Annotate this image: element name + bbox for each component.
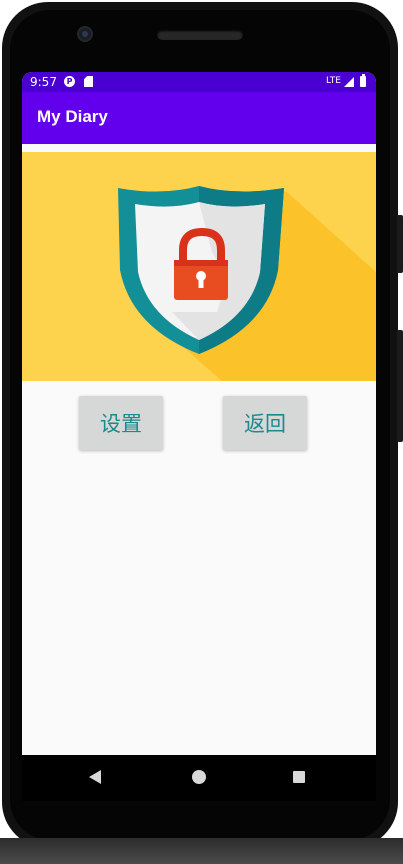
battery-icon [360, 74, 366, 87]
signal-icon [344, 77, 354, 87]
status-bar: 9:57 P LTE [22, 72, 376, 92]
shield-lock-icon [118, 186, 376, 381]
sd-card-icon [84, 76, 93, 87]
app-bar: My Diary [22, 92, 376, 144]
pocket-casts-icon: P [64, 76, 75, 87]
earpiece-speaker [157, 30, 243, 40]
power-button[interactable] [397, 215, 403, 273]
back-button[interactable]: 返回 [223, 396, 307, 450]
front-camera [79, 28, 91, 40]
status-time: 9:57 [30, 75, 57, 89]
volume-button[interactable] [397, 330, 403, 442]
security-banner [22, 152, 376, 381]
app-title: My Diary [37, 107, 108, 126]
recents-square-icon[interactable] [293, 771, 305, 783]
back-triangle-icon[interactable] [89, 770, 101, 784]
home-circle-icon[interactable] [192, 770, 206, 784]
app-screen: 9:57 P LTE My Diary 设置 返回 [22, 72, 376, 755]
lte-label: LTE [326, 76, 341, 86]
system-nav-bar [22, 755, 376, 801]
settings-button[interactable]: 设置 [79, 396, 163, 450]
device-bottom-edge [0, 838, 403, 864]
